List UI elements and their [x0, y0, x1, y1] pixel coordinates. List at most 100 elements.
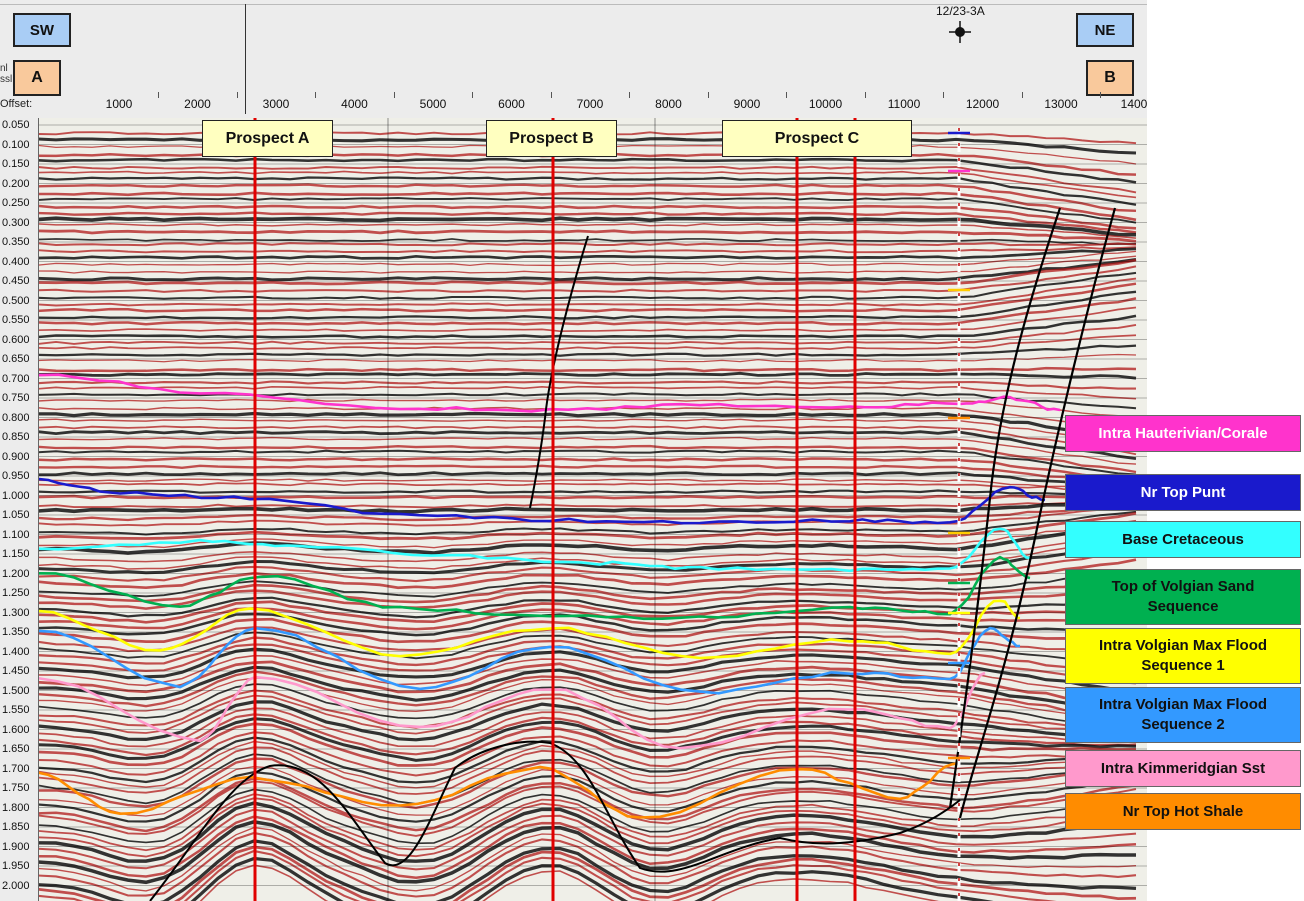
- red-reflector: [37, 757, 1137, 810]
- offset-minor-tick: [629, 92, 631, 98]
- offset-tick-label: 7000: [576, 97, 604, 111]
- prospect-c-label: Prospect C: [722, 120, 912, 157]
- time-tick-label: 1.250: [2, 587, 30, 599]
- offset-minor-tick: [315, 92, 317, 98]
- time-tick-label: 1.900: [2, 840, 30, 853]
- time-tick-label: 1.100: [2, 528, 30, 541]
- legend-base-cretaceous: Base Cretaceous: [1065, 521, 1301, 558]
- time-tick-label: 1.200: [2, 567, 30, 580]
- header-divider: [245, 4, 246, 114]
- offset-axis-label: Offset:: [0, 98, 33, 110]
- time-tick-label: 0.700: [2, 372, 30, 385]
- time-tick-label: 0.800: [2, 411, 30, 424]
- black-reflector: [37, 522, 1137, 555]
- legend-intra-kimmeridgian: Intra Kimmeridgian Sst: [1065, 750, 1301, 787]
- offset-tick-label: 9000: [733, 97, 761, 111]
- time-tick-label: 0.050: [2, 119, 30, 131]
- time-tick-label: 1.050: [2, 509, 30, 521]
- time-tick-label: 1.000: [2, 489, 30, 502]
- time-tick-label: 0.350: [2, 236, 30, 248]
- time-tick-label: 1.600: [2, 723, 30, 736]
- black-reflector: [37, 489, 1137, 496]
- prospect-a-label: Prospect A: [202, 120, 333, 157]
- legend-intra-volgian-mfs1: Intra Volgian Max Flood Sequence 1: [1065, 628, 1301, 684]
- offset-minor-tick: [786, 92, 788, 98]
- offset-tick-label: 6000: [498, 97, 525, 111]
- seismic-section-plot[interactable]: [0, 118, 1147, 901]
- time-tick-label: 0.950: [2, 470, 30, 482]
- side-label: nl: [0, 63, 8, 74]
- legend-intra-volgian-mfs2: Intra Volgian Max Flood Sequence 2: [1065, 687, 1301, 743]
- offset-tick-label: 12000: [965, 97, 1000, 111]
- time-tick-label: 0.600: [2, 333, 30, 346]
- ne-direction-label: NE: [1076, 13, 1134, 47]
- red-reflector: [37, 499, 1137, 509]
- red-reflector: [37, 482, 1137, 493]
- legend-top-volgian-sand: Top of Volgian Sand Sequence: [1065, 569, 1301, 625]
- offset-tick-label: 11000: [887, 97, 921, 111]
- black-reflector: [37, 314, 1137, 339]
- black-reflector: [37, 449, 1137, 476]
- time-tick-label: 0.300: [2, 216, 30, 229]
- offset-minor-tick: [158, 92, 160, 98]
- side-label: ssl: [0, 74, 13, 85]
- sw-direction-label: SW: [13, 13, 71, 47]
- time-tick-label: 1.800: [2, 801, 30, 814]
- time-tick-label: 0.450: [2, 275, 30, 287]
- black-reflector: [37, 371, 1137, 380]
- offset-minor-tick: [550, 92, 552, 98]
- time-tick-label: 1.700: [2, 762, 30, 775]
- time-tick-label: 1.750: [2, 782, 30, 794]
- time-tick-label: 0.900: [2, 450, 30, 463]
- offset-tick-label: 10000: [808, 97, 843, 111]
- offset-minor-tick: [864, 92, 866, 98]
- offset-minor-tick: [1100, 92, 1102, 98]
- time-tick-label: 2.000: [2, 879, 30, 892]
- time-tick-label: 0.750: [2, 392, 30, 404]
- offset-minor-tick: [393, 92, 395, 98]
- offset-tick-label: 2000: [184, 97, 211, 111]
- time-tick-label: 1.650: [2, 743, 30, 755]
- offset-minor-tick: [943, 92, 945, 98]
- black-reflector: [37, 258, 1137, 282]
- time-axis: 0.050 0.100 0.150 0.200 0.250 0.300 0.350 0.400…: [0, 118, 39, 901]
- well-name-label: 12/23-3A: [936, 4, 985, 18]
- well-symbol-icon: [949, 21, 971, 43]
- time-tick-label: 0.150: [2, 158, 30, 170]
- time-tick-label: 1.500: [2, 684, 30, 697]
- time-tick-label: 0.100: [2, 138, 30, 151]
- time-tick-label: 0.200: [2, 177, 30, 190]
- time-tick-label: 1.950: [2, 860, 30, 872]
- red-reflector: [37, 478, 1137, 493]
- time-tick-label: 0.850: [2, 431, 30, 443]
- time-tick-label: 1.450: [2, 665, 30, 677]
- endpoint-a-label: A: [13, 60, 61, 96]
- time-tick-label: 1.300: [2, 606, 30, 619]
- offset-tick-label: 3000: [262, 97, 290, 111]
- seismic-section-graphic: [37, 118, 1147, 901]
- time-tick-label: 1.150: [2, 548, 30, 560]
- offset-minor-tick: [707, 92, 709, 98]
- offset-minor-tick: [236, 92, 238, 98]
- offset-tick-label: 13000: [1044, 97, 1078, 111]
- red-reflector: [37, 246, 1137, 254]
- red-reflector: [37, 242, 1137, 247]
- offset-tick-label: 4000: [341, 97, 368, 111]
- time-tick-label: 1.350: [2, 626, 30, 638]
- endpoint-b-label: B: [1086, 60, 1134, 96]
- legend-nr-top-punt: Nr Top Punt: [1065, 474, 1301, 511]
- offset-tick-label: 1400: [1120, 97, 1148, 111]
- prospect-b-label: Prospect B: [486, 120, 617, 157]
- side-labels: nl ssl: [0, 63, 12, 85]
- deep-horizon-line: [149, 740, 961, 901]
- time-tick-label: 0.550: [2, 314, 30, 326]
- legend-intra-hauterivian: Intra Hauterivian/Corale: [1065, 415, 1301, 452]
- time-tick-label: 1.550: [2, 704, 30, 716]
- time-tick-label: 0.400: [2, 255, 30, 268]
- time-tick-label: 1.400: [2, 645, 30, 658]
- black-reflector: [37, 430, 1137, 460]
- section-header: SW NE A B nl ssl Offset: 1000 2000 3000 400…: [0, 0, 1147, 119]
- time-tick-label: 0.650: [2, 353, 30, 365]
- time-tick-label: 0.500: [2, 294, 30, 307]
- legend-nr-top-hot-shale: Nr Top Hot Shale: [1065, 793, 1301, 830]
